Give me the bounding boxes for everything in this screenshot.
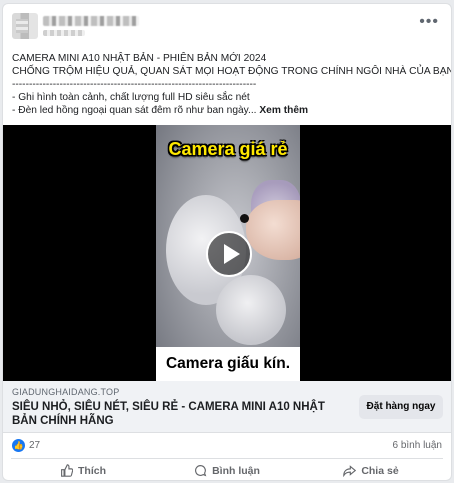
post-line-5: - Đèn led hồng ngoại quan sát đêm rõ như…: [12, 105, 257, 116]
post-meta-blurred: [43, 30, 85, 36]
like-label: Thích: [78, 464, 106, 477]
video-player[interactable]: Camera giá rẻ Camera giấu kín.: [3, 125, 451, 381]
avatar[interactable]: [12, 13, 38, 39]
post-card: ••• CAMERA MINI A10 NHẬT BẢN - PHIÊN BẢN…: [2, 3, 452, 481]
see-more-link[interactable]: Xem thêm: [259, 105, 308, 116]
link-domain: GIADUNGHAIDANG.TOP: [12, 387, 120, 397]
link-preview[interactable]: GIADUNGHAIDANG.TOP SIÊU NHỎ, SIÊU NÉT, S…: [3, 381, 451, 433]
share-icon: [343, 465, 357, 477]
post-line-2: CHỐNG TRỘM HIỆU QUẢ, QUAN SÁT MỌI HOẠT Đ…: [12, 66, 452, 77]
hand-shape: [246, 200, 300, 260]
video-bottom-caption: Camera giấu kín.: [156, 347, 300, 381]
comment-label: Bình luận: [212, 464, 260, 477]
video-frame[interactable]: Camera giá rẻ Camera giấu kín.: [156, 125, 300, 381]
reactions-bar: 👍 27 6 bình luận: [3, 434, 451, 456]
comment-button[interactable]: Bình luận: [155, 459, 299, 480]
post-header: •••: [3, 4, 451, 48]
share-button[interactable]: Chia sẻ: [299, 459, 443, 480]
order-now-button[interactable]: Đặt hàng ngay: [359, 395, 443, 419]
action-bar: Thích Bình luận Chia sẻ: [11, 458, 443, 480]
play-icon[interactable]: [206, 231, 252, 277]
plush-toy-shape: [216, 275, 286, 345]
post-line-3: ----------------------------------------…: [12, 79, 257, 90]
post-line-4: - Ghi hình toàn cảnh, chất lượng full HD…: [12, 92, 250, 103]
like-reaction-icon[interactable]: 👍: [12, 439, 25, 452]
video-top-caption: Camera giá rẻ: [168, 139, 288, 159]
share-label: Chia sẻ: [361, 464, 399, 477]
comment-icon: [195, 465, 207, 477]
more-horizontal-icon[interactable]: •••: [419, 14, 439, 30]
thumbs-up-icon: [61, 464, 73, 477]
like-count[interactable]: 27: [29, 440, 40, 451]
hidden-camera-lens: [240, 214, 249, 223]
post-line-1: CAMERA MINI A10 NHẬT BẢN - PHIÊN BẢN MỚI…: [12, 53, 267, 64]
post-text: CAMERA MINI A10 NHẬT BẢN - PHIÊN BẢN MỚI…: [12, 52, 451, 117]
comment-count[interactable]: 6 bình luận: [393, 440, 443, 451]
author-name-blurred[interactable]: [43, 16, 139, 26]
link-title[interactable]: SIÊU NHỎ, SIÊU NÉT, SIÊU RẺ - CAMERA MIN…: [12, 400, 342, 428]
like-button[interactable]: Thích: [11, 459, 155, 480]
